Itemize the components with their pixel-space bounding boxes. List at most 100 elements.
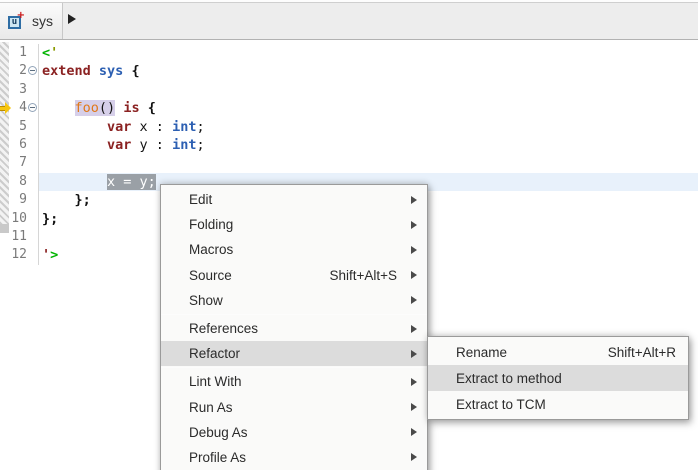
line-number: 7 [19, 155, 27, 171]
tab-title: sys [32, 13, 53, 29]
occurrence-highlight: foo() [74, 100, 116, 117]
line-number: 9 [19, 192, 27, 208]
menu-item-label: Debug As [189, 424, 248, 440]
menu-separator [161, 313, 427, 315]
token: ' [42, 247, 51, 264]
submenu-arrow-icon [411, 453, 417, 462]
line-number: 5 [19, 118, 27, 134]
menu-item-accelerator: Shift+Alt+R [607, 344, 676, 360]
code-line-2[interactable]: 2 extend sys { [0, 62, 698, 81]
chevron-right-icon[interactable] [68, 14, 76, 24]
menu-item-rename[interactable]: Rename Shift+Alt+R [428, 339, 688, 365]
token: int [172, 136, 197, 153]
menu-item-source[interactable]: Source Shift+Alt+S [161, 263, 427, 288]
menu-item-show[interactable]: Show [161, 288, 427, 313]
submenu-arrow-icon [411, 195, 417, 204]
code-text: extend sys { [39, 62, 698, 80]
annotation-gutter [0, 228, 11, 246]
token: () [98, 100, 116, 117]
menu-item-label: Extract to method [456, 370, 562, 386]
submenu-arrow-icon [411, 349, 417, 358]
menu-item-run-as[interactable]: Run As [161, 395, 427, 420]
token: foo [74, 100, 99, 117]
menu-item-accelerator: Shift+Alt+S [329, 267, 397, 283]
menu-item-label: Edit [189, 192, 213, 208]
menu-item-folding[interactable]: Folding [161, 212, 427, 237]
menu-item-label: References [189, 321, 259, 337]
annotation-gutter [0, 62, 11, 80]
line-number: 2 [19, 63, 27, 79]
token: sys [98, 63, 124, 80]
fold-gutter [27, 227, 39, 247]
fold-gutter [27, 99, 39, 118]
submenu-arrow-icon [411, 220, 417, 229]
code-text: var y : int; [39, 136, 698, 154]
token: ; [196, 118, 205, 135]
line-number: 4 [19, 100, 27, 116]
fold-gutter [27, 62, 39, 81]
token: { [123, 63, 140, 80]
submenu-arrow-icon [411, 377, 417, 386]
fold-gutter [27, 209, 39, 228]
token: { [139, 100, 156, 117]
menu-item-extract-to-tcm[interactable]: Extract to TCM [428, 391, 688, 417]
code-line-7[interactable]: 7 [0, 154, 698, 173]
token: > [50, 247, 59, 264]
token: x : [131, 118, 173, 135]
collapse-icon[interactable] [28, 66, 37, 76]
menu-item-lint-with[interactable]: Lint With [161, 369, 427, 394]
menu-item-debug-as[interactable]: Debug As [161, 420, 427, 445]
code-line-5[interactable]: 5 var x : int; [0, 117, 698, 136]
menu-item-label: Folding [189, 217, 234, 233]
token: int [172, 118, 197, 135]
code-text: var x : int; [39, 118, 698, 136]
fold-gutter [27, 154, 39, 173]
fold-gutter [27, 246, 39, 265]
token: extend [42, 63, 91, 80]
line-number: 11 [11, 228, 27, 244]
menu-item-label: Lint With [189, 374, 242, 390]
menu-item-macros[interactable]: Macros [161, 237, 427, 262]
token: is [123, 100, 140, 117]
annotation-gutter [0, 118, 11, 136]
editor-context-menu: Edit Folding Macros Source Shift+Alt+S Sh… [160, 184, 428, 470]
fold-gutter [27, 44, 39, 63]
code-line-4[interactable]: 4 foo() is { [0, 99, 698, 118]
line-number: 8 [19, 173, 27, 189]
code-text: foo() is { [39, 99, 698, 117]
menu-item-edit[interactable]: Edit [161, 187, 427, 212]
annotation-gutter [0, 81, 11, 99]
code-line-3[interactable]: 3 [0, 80, 698, 100]
code-line-6[interactable]: 6 var y : int; [0, 135, 698, 155]
annotation-gutter [0, 154, 11, 172]
menu-item-label: Run As [189, 399, 233, 415]
submenu-arrow-icon [411, 428, 417, 437]
token: var [107, 118, 132, 135]
menu-item-references[interactable]: References [161, 316, 427, 341]
menu-item-profile-as[interactable]: Profile As [161, 445, 427, 470]
line-number: 1 [19, 45, 27, 60]
collapse-icon[interactable] [28, 103, 37, 113]
menu-item-label: Source [189, 267, 232, 283]
menu-item-label: Macros [189, 242, 234, 258]
submenu-arrow-icon [411, 271, 417, 280]
fold-gutter [27, 80, 39, 100]
annotation-gutter [0, 136, 11, 154]
menu-item-label: Refactor [189, 346, 241, 362]
tab-sys[interactable]: u + sys [0, 3, 63, 39]
editor-tab-bar: u + sys [0, 0, 698, 40]
menu-item-extract-to-method[interactable]: Extract to method [428, 365, 688, 391]
menu-item-refactor[interactable]: Refactor [161, 341, 427, 367]
token: var [107, 136, 132, 153]
submenu-arrow-icon [411, 324, 417, 333]
fold-gutter [27, 172, 39, 192]
line-number: 6 [19, 136, 27, 152]
code-line-1[interactable]: 1 <' [0, 44, 698, 63]
